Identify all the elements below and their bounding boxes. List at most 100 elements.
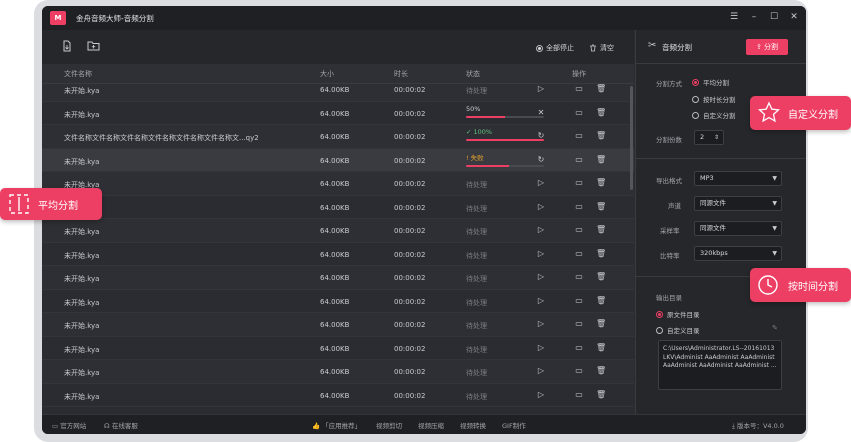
menu-icon[interactable]: ☰ (728, 11, 740, 23)
mode-average-radio[interactable]: 平均分割 (692, 77, 729, 87)
table-row[interactable]: 未开始.kya64.00KB00:00:02待处理▷▭🗑 (42, 313, 634, 337)
trash-icon[interactable]: 🗑 (596, 178, 606, 187)
trash-icon[interactable]: 🗑 (596, 272, 606, 281)
add-folder-icon[interactable] (86, 40, 100, 54)
count-stepper[interactable]: 2 ⇕ (694, 130, 724, 145)
folder-icon[interactable]: ▭ (574, 319, 584, 328)
folder-icon[interactable]: ▭ (574, 249, 584, 258)
gif-link[interactable]: GIF制作 (502, 420, 526, 430)
retry-icon[interactable]: ↻ (536, 155, 546, 164)
folder-icon[interactable]: ▭ (574, 272, 584, 281)
folder-icon[interactable]: ▭ (574, 390, 584, 399)
row-status: ✓ 100% (466, 128, 546, 141)
sample-rate-select[interactable]: 同源文件 ▼ (694, 221, 782, 236)
trash-icon[interactable]: 🗑 (596, 155, 606, 164)
row-duration: 00:00:02 (394, 368, 426, 376)
trash-icon[interactable]: 🗑 (596, 296, 606, 305)
add-file-icon[interactable] (60, 40, 74, 54)
table-row[interactable]: 未开始.kya 64.00KB 00:00:02 50% ✕ ▭ 🗑 (42, 102, 634, 125)
stop-all-button[interactable]: 全部停止 (536, 43, 574, 53)
folder-icon[interactable]: ▭ (574, 108, 584, 117)
service-link[interactable]: ☊ 在线客服 (104, 420, 138, 430)
close-icon[interactable]: ✕ (788, 11, 800, 23)
stop-all-label: 全部停止 (546, 44, 574, 52)
play-icon[interactable]: ▷ (536, 178, 546, 187)
row-filename: 未开始.kya (64, 110, 100, 119)
folder-icon[interactable]: ▭ (574, 131, 584, 140)
table-row[interactable]: 未开始.kya64.00KB00:00:02待处理▷▭🗑 (42, 337, 634, 360)
trash-icon[interactable]: 🗑 (596, 343, 606, 352)
play-icon[interactable]: ▷ (536, 272, 546, 281)
channel-select[interactable]: 同源文件 ▼ (694, 196, 782, 211)
trash-icon[interactable]: 🗑 (596, 249, 606, 258)
col-status: 状态 (466, 70, 480, 78)
minimize-icon[interactable]: – (748, 11, 760, 23)
play-icon[interactable]: ▷ (536, 249, 546, 258)
play-icon[interactable]: ▷ (536, 84, 546, 93)
play-icon[interactable]: ▷ (536, 225, 546, 234)
play-icon[interactable]: ▷ (536, 296, 546, 305)
folder-icon[interactable]: ▭ (574, 343, 584, 352)
bitrate-select[interactable]: 320kbps ▼ (694, 246, 782, 261)
folder-icon[interactable]: ▭ (574, 84, 584, 93)
trash-icon[interactable]: 🗑 (596, 390, 606, 399)
row-size: 64.00KB (320, 156, 350, 165)
table-row[interactable]: 未开始.kya64.00KB00:00:02待处理▷▭🗑 (42, 384, 634, 407)
mode-duration-radio[interactable]: 按时长分割 (692, 94, 736, 104)
table-row[interactable]: 文件名称文件名称文件名称文件名称文件名称文件名称文...qy2 64.00KB 00… (42, 125, 634, 149)
retry-icon[interactable]: ↻ (536, 131, 546, 140)
table-row[interactable]: 未开始.kya64.00KB00:00:02待处理▷▭🗑 (42, 196, 634, 219)
version-button[interactable]: ⤓ 版本号：V4.0.0 (732, 420, 784, 431)
upload-icon: ⇪ (755, 43, 762, 51)
trash-icon[interactable]: 🗑 (596, 131, 606, 140)
video-convert-link[interactable]: 视频转换 (460, 420, 486, 430)
row-size: 64.00KB (320, 86, 350, 94)
folder-icon[interactable]: ▭ (574, 155, 584, 164)
cancel-icon[interactable]: ✕ (536, 108, 546, 117)
table-row[interactable]: 未开始.kya 64.00KB 00:00:02 ! 失败 ↻ ▭ 🗑 (42, 148, 634, 172)
play-icon[interactable]: ▷ (536, 319, 546, 328)
maximize-icon[interactable]: ☐ (768, 11, 780, 23)
edit-path-icon[interactable]: ✎ (772, 324, 778, 332)
trash-icon[interactable]: 🗑 (596, 366, 606, 375)
callout-average-label: 平均分割 (38, 200, 78, 212)
video-cut-link[interactable]: 视频剪切 (376, 420, 402, 430)
row-status: 待处理 (466, 369, 487, 377)
folder-icon[interactable]: ▭ (574, 225, 584, 234)
table-row[interactable]: 未开始.kya64.00KB00:00:02待处理▷▭🗑 (42, 219, 634, 243)
folder-icon[interactable]: ▭ (574, 202, 584, 211)
table-row[interactable]: 未开始.kya64.00KB00:00:02待处理▷▭🗑 (42, 266, 634, 290)
table-row[interactable]: 未开始.kya64.00KB00:00:02待处理▷▭🗑 (42, 360, 634, 384)
table-row[interactable]: 未开始.kya64.00KB00:00:02待处理▷▭🗑 (42, 172, 634, 196)
trash-icon[interactable]: 🗑 (596, 225, 606, 234)
folder-icon[interactable]: ▭ (574, 178, 584, 187)
table-row[interactable]: 未开始.kya64.00KB00:00:02待处理▷▭🗑 (42, 84, 634, 102)
clear-button[interactable]: 清空 (589, 43, 614, 53)
trash-icon[interactable]: 🗑 (596, 319, 606, 328)
row-status: 待处理 (466, 251, 487, 260)
mode-custom-radio[interactable]: 自定义分割 (692, 110, 736, 120)
video-compress-link[interactable]: 视频压缩 (418, 420, 444, 430)
table-row[interactable]: 未开始.kya64.00KB00:00:02待处理▷▭🗑 (42, 290, 634, 313)
split-button[interactable]: ⇪ 分割 (746, 39, 788, 55)
trash-icon[interactable]: 🗑 (596, 202, 606, 211)
mode-duration-label: 按时长分割 (703, 96, 736, 104)
play-icon[interactable]: ▷ (536, 366, 546, 375)
folder-icon[interactable]: ▭ (574, 296, 584, 305)
stepper-arrows-icon[interactable]: ⇕ (714, 131, 719, 144)
row-filename: 未开始.kya (64, 345, 100, 354)
output-source-radio[interactable]: 原文件目录 (656, 309, 700, 319)
trash-icon[interactable]: 🗑 (596, 108, 606, 117)
output-custom-radio[interactable]: 自定义目录 (656, 325, 700, 335)
list-scrollbar[interactable] (630, 86, 633, 190)
trash-icon[interactable]: 🗑 (596, 84, 606, 93)
format-select[interactable]: MP3 ▼ (694, 171, 782, 186)
play-icon[interactable]: ▷ (536, 343, 546, 352)
play-icon[interactable]: ▷ (536, 202, 546, 211)
row-duration: 00:00:02 (394, 133, 426, 141)
website-link[interactable]: ▭ 官方网站 (52, 420, 86, 430)
play-icon[interactable]: ▷ (536, 390, 546, 399)
table-row[interactable]: 未开始.kya64.00KB00:00:02待处理▷▭🗑 (42, 243, 634, 266)
folder-icon[interactable]: ▭ (574, 366, 584, 375)
split-settings-panel: ✂ 音频分割 ⇪ 分割 分割方式 平均分割 按时长分割 自定义分割 分割份数 2… (635, 30, 806, 414)
